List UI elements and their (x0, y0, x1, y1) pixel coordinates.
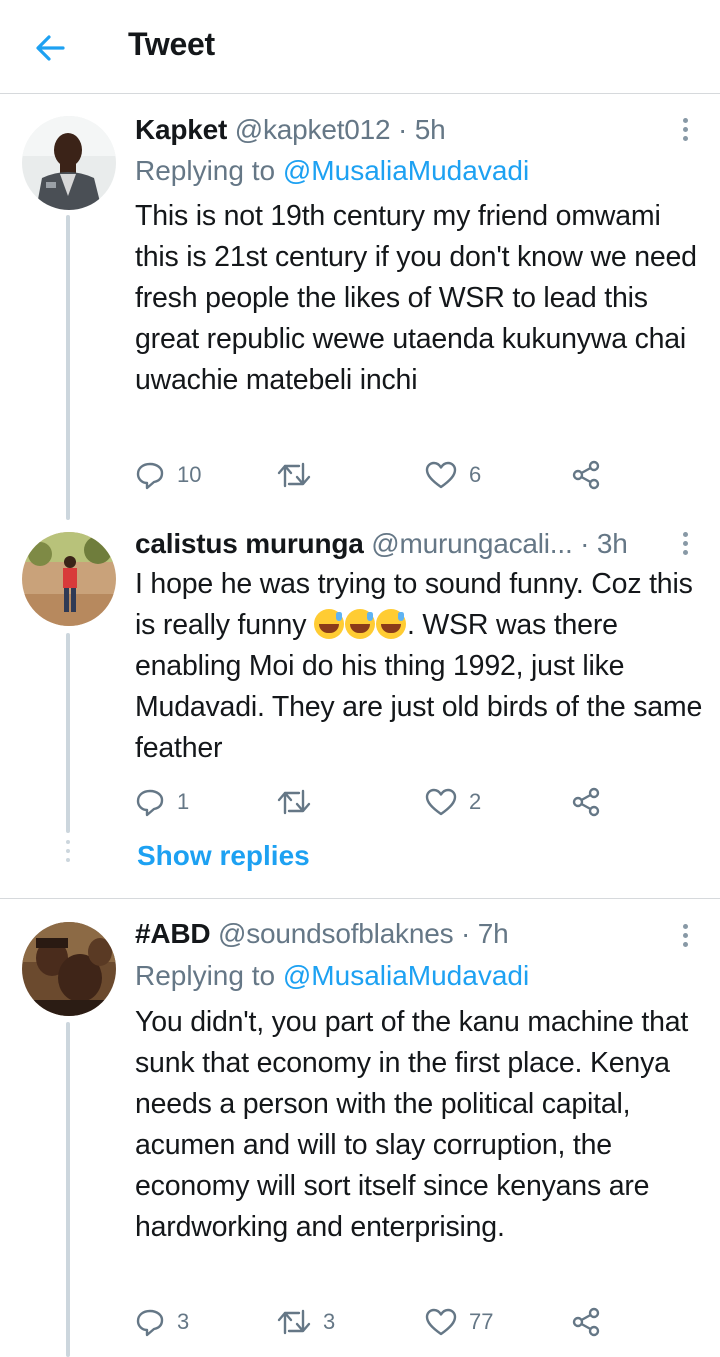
like-icon (425, 788, 457, 816)
avatar[interactable] (22, 116, 116, 210)
tweet-meta: calistus murunga @murungacali... · 3h (135, 528, 628, 560)
replying-mention-link[interactable]: @MusaliaMudavadi (283, 960, 529, 991)
author-handle[interactable]: @murungacali... (371, 528, 572, 559)
reply-button[interactable]: 1 (135, 785, 189, 819)
tweet-actions: 3 3 77 (135, 1305, 615, 1339)
author-handle[interactable]: @kapket012 (235, 114, 391, 145)
tweet-body: This is not 19th century my friend omwam… (135, 200, 697, 396)
replying-prefix: Replying to (135, 155, 276, 186)
app-header: Tweet (0, 0, 720, 94)
retweet-button[interactable] (277, 785, 323, 819)
retweet-icon (277, 1309, 311, 1335)
thread-dots (66, 840, 70, 867)
like-count: 6 (469, 462, 482, 487)
author-name[interactable]: Kapket (135, 114, 227, 145)
like-button[interactable]: 2 (425, 785, 481, 819)
tweet-body: You didn't, you part of the kanu machine… (135, 1006, 689, 1243)
retweet-icon (277, 462, 311, 488)
share-button[interactable] (571, 785, 601, 819)
like-icon (425, 1308, 457, 1336)
reply-button[interactable]: 3 (135, 1305, 189, 1339)
thread-line (66, 215, 70, 520)
share-icon (572, 1307, 600, 1337)
replying-prefix: Replying to (135, 960, 276, 991)
replying-mention-link[interactable]: @MusaliaMudavadi (283, 155, 529, 186)
avatar[interactable] (22, 532, 116, 626)
replying-to: Replying to @MusaliaMudavadi (135, 155, 529, 187)
tweet-actions: 1 2 (135, 785, 615, 819)
avatar[interactable] (22, 922, 116, 1016)
more-options-button[interactable] (672, 112, 698, 146)
retweet-icon (277, 789, 311, 815)
page-title: Tweet (128, 26, 215, 62)
tweet-meta: #ABD @soundsofblaknes · 7h (135, 918, 509, 950)
reply-icon (136, 789, 164, 817)
author-name[interactable]: calistus murunga (135, 528, 364, 559)
like-count: 77 (469, 1309, 494, 1334)
grinning-sweat-emoji (313, 609, 344, 639)
divider (0, 898, 720, 899)
reply-count: 3 (177, 1309, 190, 1334)
grinning-sweat-emoji (344, 609, 375, 639)
tweet-meta: Kapket @kapket012 · 5h (135, 114, 446, 146)
meta-separator: · (398, 114, 408, 145)
share-icon (572, 787, 600, 817)
thread-line (66, 1022, 70, 1357)
meta-separator: · (580, 528, 590, 559)
back-arrow-icon (36, 35, 65, 61)
share-button[interactable] (571, 458, 601, 492)
more-options-button[interactable] (672, 526, 698, 560)
back-button[interactable] (30, 28, 70, 68)
reply-count: 1 (177, 789, 190, 814)
reply-button[interactable]: 10 (135, 458, 201, 492)
reply-icon (136, 462, 164, 490)
thread-line (66, 633, 70, 833)
tweet-actions: 10 6 (135, 458, 615, 492)
reply-icon (136, 1309, 164, 1337)
like-icon (425, 461, 457, 489)
retweet-button[interactable]: 3 (277, 1305, 335, 1339)
like-button[interactable]: 6 (425, 458, 481, 492)
retweet-count: 3 (323, 1309, 336, 1334)
tweet-time: 3h (596, 528, 628, 559)
retweet-button[interactable] (277, 458, 323, 492)
author-name[interactable]: #ABD (135, 918, 211, 949)
tweet-time: 7h (477, 918, 509, 949)
share-button[interactable] (571, 1305, 601, 1339)
share-icon (572, 460, 600, 490)
more-options-button[interactable] (672, 918, 698, 952)
reply-count: 10 (177, 462, 202, 487)
tweet-body: I hope he was trying to sound funny. Coz… (135, 564, 710, 769)
meta-separator: · (461, 918, 471, 949)
like-button[interactable]: 77 (425, 1305, 493, 1339)
author-handle[interactable]: @soundsofblaknes (218, 918, 454, 949)
replying-to: Replying to @MusaliaMudavadi (135, 960, 529, 992)
like-count: 2 (469, 789, 482, 814)
tweet-time: 5h (414, 114, 446, 145)
grinning-sweat-emoji (375, 609, 406, 639)
show-replies-link[interactable]: Show replies (137, 840, 310, 872)
